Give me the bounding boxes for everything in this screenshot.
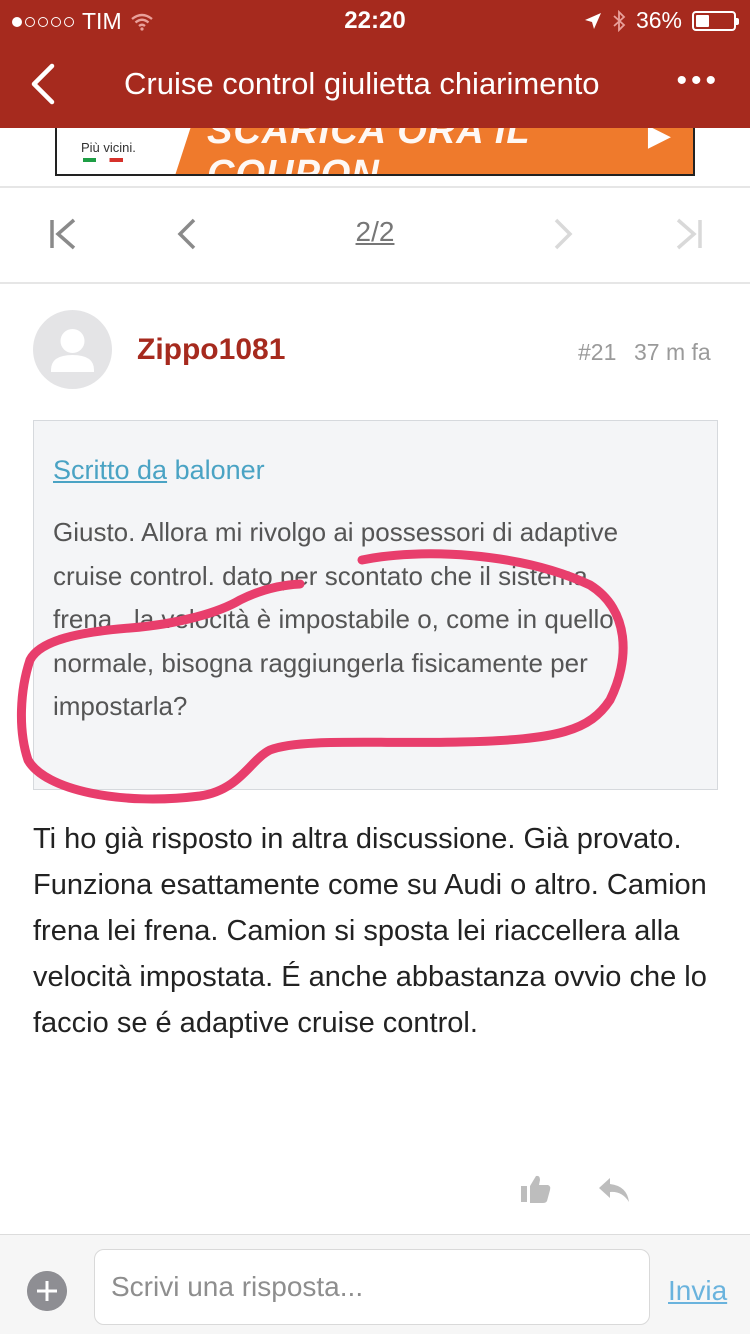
app-header: TIM 22:20 36% Cruise control giulietta c…	[0, 0, 750, 128]
avatar[interactable]	[33, 310, 112, 389]
post-actions	[0, 1166, 750, 1214]
quote-block: Scritto da baloner Giusto. Allora mi riv…	[33, 420, 718, 790]
pagination-bar: 2/2	[0, 188, 750, 282]
post-username[interactable]: Zippo1081	[137, 333, 285, 367]
post-number: #21	[578, 339, 617, 365]
send-button[interactable]: Invia	[668, 1275, 727, 1307]
thumbs-up-icon[interactable]	[518, 1172, 552, 1206]
location-arrow-icon	[584, 12, 601, 29]
ad-headline: SCARICA ORA IL COUPON	[207, 128, 530, 176]
ad-banner[interactable]: Più vicini. SCARICA ORA IL COUPON ▶	[55, 128, 695, 176]
next-page-icon[interactable]	[542, 214, 582, 254]
reply-composer: Invia	[0, 1234, 750, 1334]
plus-icon[interactable]	[27, 1271, 67, 1311]
reply-input[interactable]	[94, 1249, 650, 1325]
quote-text: Giusto. Allora mi rivolgo ai possessori …	[53, 517, 619, 721]
quote-author[interactable]: baloner	[175, 455, 265, 485]
post-body: Ti ho già risposto in altra discussione.…	[33, 823, 707, 1039]
default-user-icon	[51, 329, 94, 372]
ad-arrow-icon: ▶	[647, 128, 671, 152]
quote-attribution: Scritto da baloner	[53, 455, 265, 486]
page-indicator[interactable]: 2/2	[330, 216, 420, 248]
first-page-icon[interactable]	[44, 214, 84, 254]
prev-page-icon[interactable]	[168, 214, 208, 254]
post-timestamp: 37 m fa	[634, 339, 711, 365]
italian-flag-stripe	[83, 158, 123, 162]
bluetooth-icon	[613, 9, 626, 32]
reply-icon[interactable]	[596, 1172, 632, 1206]
thread-title: Cruise control giulietta chiarimento	[124, 66, 600, 101]
quote-source-link[interactable]: Scritto da	[53, 455, 167, 485]
status-bar: TIM 22:20 36%	[0, 0, 750, 40]
status-right: 36%	[584, 7, 739, 34]
back-chevron-icon[interactable]	[26, 62, 66, 106]
more-options-icon[interactable]: •••	[676, 64, 720, 98]
navigation-bar: Cruise control giulietta chiarimento •••	[0, 40, 750, 128]
battery-percent: 36%	[635, 7, 682, 33]
last-page-icon[interactable]	[668, 214, 708, 254]
battery-icon	[692, 10, 739, 31]
divider	[0, 282, 750, 284]
